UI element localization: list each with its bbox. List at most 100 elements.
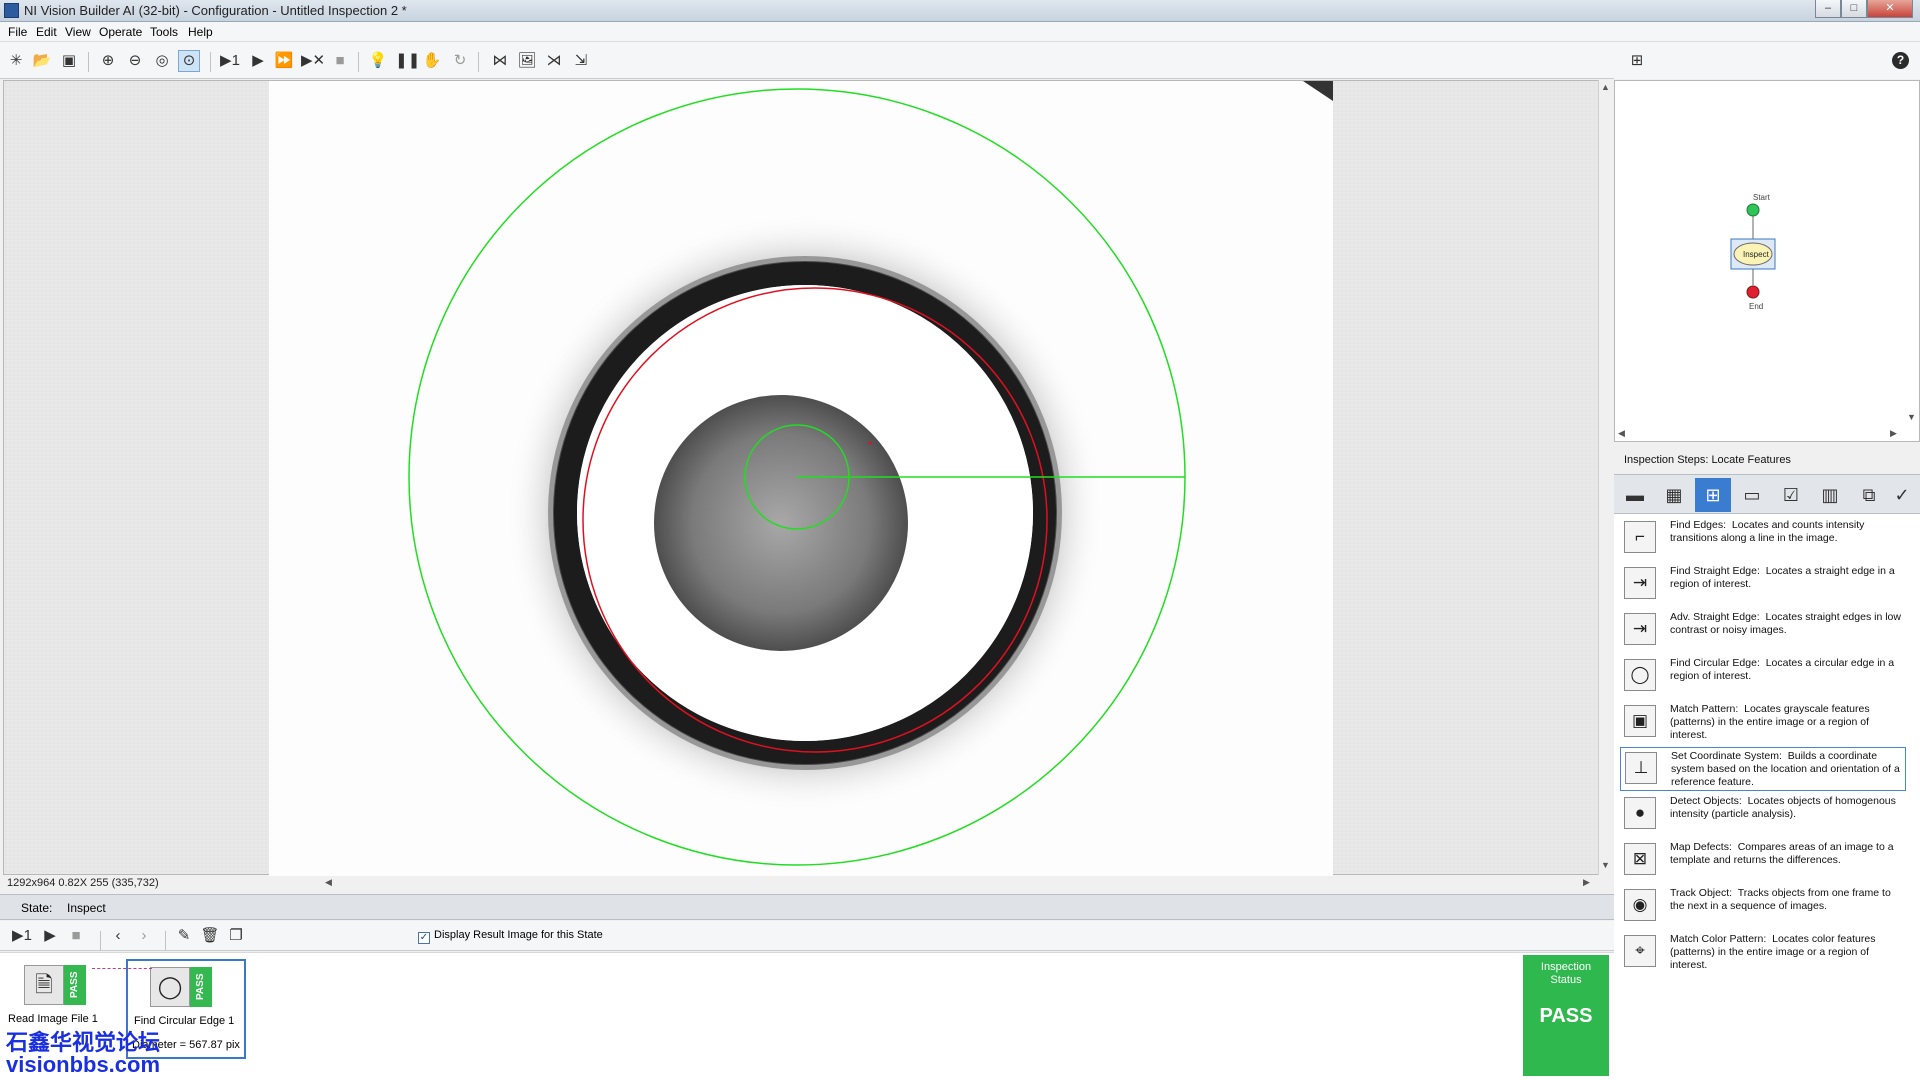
image-compare-icon[interactable]: ⋈ <box>489 50 511 72</box>
flow-start-node[interactable] <box>1746 203 1760 217</box>
zoom-in-icon[interactable]: ⊕ <box>97 50 119 72</box>
save-icon[interactable]: ▣ <box>58 50 80 72</box>
run-to-end-icon[interactable]: ▶✕ <box>300 50 325 72</box>
minimize-button[interactable]: – <box>1815 0 1841 18</box>
palette-item-text: Find Circular Edge: Locates a circular e… <box>1670 657 1895 682</box>
flowchart-icon[interactable]: ⊞ <box>1626 50 1648 72</box>
step-toolbar: ▶1 ▶ ■ ‹ › ✎ 🗑 ❐ ✓ Display Result Image f… <box>0 921 1614 951</box>
palette-item-text: Match Color Pattern: Locates color featu… <box>1670 933 1876 971</box>
palette-item-match-color-pattern[interactable]: ⌖ Match Color Pattern: Locates color fea… <box>1620 931 1906 975</box>
state-diagram-panel[interactable]: Start Inspect End <box>1614 80 1920 442</box>
scroll-up-icon[interactable]: ▲ <box>1601 82 1610 92</box>
identify-tab-icon[interactable]: ▥ <box>1812 478 1848 512</box>
inspection-image[interactable] <box>269 81 1333 876</box>
flow-end-node[interactable] <box>1746 285 1760 299</box>
flow-end-label: End <box>1749 302 1763 311</box>
acquire-tab-icon[interactable]: ▬ <box>1617 478 1653 512</box>
help-icon[interactable]: ? <box>1892 52 1909 69</box>
palette-item-text: Match Pattern: Locates grayscale feature… <box>1670 703 1870 741</box>
window-title: NI Vision Builder AI (32-bit) - Configur… <box>24 3 407 18</box>
scroll-down-icon[interactable]: ▼ <box>1907 412 1916 422</box>
track-object-icon: ◉ <box>1624 889 1656 921</box>
bulb-icon[interactable]: 💡 <box>367 50 389 72</box>
flow-start-label: Start <box>1753 193 1771 202</box>
match-pattern-icon: ▣ <box>1624 705 1656 737</box>
run-continuous-icon[interactable]: ⏩ <box>273 50 295 72</box>
run-icon[interactable]: ▶ <box>247 50 269 72</box>
palette-item-map-defects[interactable]: ⊠ Map Defects: Compares areas of an imag… <box>1620 839 1906 883</box>
menu-file[interactable]: File <box>8 25 27 39</box>
image-viewer[interactable] <box>3 80 1599 876</box>
zoom-out-icon[interactable]: ⊖ <box>124 50 146 72</box>
palette-item-find-straight-edge[interactable]: ⇥ Find Straight Edge: Locates a straight… <box>1620 563 1906 607</box>
palette-item-text: Track Object: Tracks objects from one fr… <box>1670 887 1891 912</box>
image-info-text: 1292x964 0.82X 255 (335,732) <box>7 877 159 889</box>
new-icon[interactable]: ✳ <box>5 50 27 72</box>
inspection-status-caption-line2: Status <box>1550 974 1582 986</box>
open-icon[interactable]: 📂 <box>31 50 53 72</box>
inspection-steps-area: 🗎 PASS Read Image File 1 ◯ PASS Find Cir… <box>0 952 1614 1080</box>
stop-icon[interactable]: ■ <box>329 50 351 72</box>
zoom-actual-icon[interactable]: ⊙ <box>178 50 200 72</box>
export-icon[interactable]: ⇲ <box>570 50 592 72</box>
palette-step-list: ⌐ Find Edges: Locates and counts intensi… <box>1614 514 1920 1080</box>
close-button[interactable]: ✕ <box>1867 0 1913 18</box>
locate-tab-icon[interactable]: ⊞ <box>1695 478 1731 512</box>
palette-item-find-edges[interactable]: ⌐ Find Edges: Locates and counts intensi… <box>1620 517 1906 561</box>
palette-tabs: ▬ ▦ ⊞ ▭ ☑ ▥ ⧉ ✓ <box>1614 474 1920 514</box>
scroll-right-icon[interactable]: ▶ <box>1890 428 1897 439</box>
check-tab-icon[interactable]: ☑ <box>1773 478 1809 512</box>
image-icon[interactable]: 🖼 <box>516 50 538 72</box>
palette-item-detect-objects[interactable]: ● Detect Objects: Locates objects of hom… <box>1620 793 1906 837</box>
overlay-icon[interactable]: ⋊ <box>543 50 565 72</box>
viewer-vertical-scrollbar[interactable]: ▲ ▼ <box>1598 80 1612 875</box>
inspection-status-caption: Inspection Status <box>1523 961 1609 987</box>
communicate-tab-icon[interactable]: ⧉ <box>1851 478 1887 512</box>
measure-tab-icon[interactable]: ▭ <box>1734 478 1770 512</box>
palette-header-title: Inspection Steps: Locate Features <box>1624 454 1791 466</box>
step-prev-icon[interactable]: ‹ <box>107 925 129 947</box>
menu-edit[interactable]: Edit <box>36 25 57 39</box>
state-value: Inspect <box>67 901 106 915</box>
tools-tab-icon[interactable]: ✓ <box>1884 478 1920 512</box>
step-icon[interactable]: ▶1 <box>219 50 241 72</box>
flow-state-label: Inspect <box>1743 250 1770 259</box>
hand-icon[interactable]: ✋ <box>421 50 443 72</box>
refresh-icon[interactable]: ↻ <box>449 50 471 72</box>
maximize-button[interactable]: □ <box>1841 0 1867 18</box>
pause-icon[interactable]: ❚❚ <box>394 50 420 72</box>
zoom-fit-icon[interactable]: ◎ <box>151 50 173 72</box>
step-next-icon[interactable]: › <box>133 925 155 947</box>
palette-item-adv-straight-edge[interactable]: ⇥ Adv. Straight Edge: Locates straight e… <box>1620 609 1906 653</box>
scroll-down-icon[interactable]: ▼ <box>1601 860 1610 870</box>
flow-horizontal-scrollbar[interactable]: ◀ ▶ <box>1618 428 1900 440</box>
display-result-checkbox[interactable]: ✓ Display Result Image for this State <box>418 929 603 944</box>
straight-edge-icon: ⇥ <box>1624 567 1656 599</box>
menu-view[interactable]: View <box>65 25 91 39</box>
viewer-horizontal-scrollbar[interactable]: ◀ ▶ <box>325 876 1595 890</box>
palette-item-track-object[interactable]: ◉ Track Object: Tracks objects from one … <box>1620 885 1906 929</box>
delete-step-icon[interactable]: 🗑 <box>199 925 221 947</box>
detect-objects-icon: ● <box>1624 797 1656 829</box>
right-panel-toolbar: ⊞ <box>1614 42 1920 79</box>
menu-help[interactable]: Help <box>188 25 213 39</box>
scroll-right-icon[interactable]: ▶ <box>1583 877 1590 888</box>
checkbox-checked-icon[interactable]: ✓ <box>418 932 430 944</box>
edit-step-icon[interactable]: ✎ <box>173 925 195 947</box>
center-core <box>654 395 908 651</box>
step-run-once-icon[interactable]: ▶1 <box>11 925 33 947</box>
palette-item-set-coordinate-system[interactable]: ⊥ Set Coordinate System: Builds a coordi… <box>1620 747 1906 791</box>
scroll-left-icon[interactable]: ◀ <box>1618 428 1625 439</box>
scroll-left-icon[interactable]: ◀ <box>325 877 332 888</box>
menu-operate[interactable]: Operate <box>99 25 142 39</box>
map-defects-icon: ⊠ <box>1624 843 1656 875</box>
palette-item-text: Adv. Straight Edge: Locates straight edg… <box>1670 611 1901 636</box>
step-stop-icon[interactable]: ■ <box>65 925 87 947</box>
toolbar-separator <box>165 931 166 951</box>
palette-item-match-pattern[interactable]: ▣ Match Pattern: Locates grayscale featu… <box>1620 701 1906 745</box>
enhance-tab-icon[interactable]: ▦ <box>1656 478 1692 512</box>
palette-item-find-circular-edge[interactable]: ◯ Find Circular Edge: Locates a circular… <box>1620 655 1906 699</box>
step-run-icon[interactable]: ▶ <box>39 925 61 947</box>
menu-tools[interactable]: Tools <box>150 25 178 39</box>
copy-step-icon[interactable]: ❐ <box>225 925 247 947</box>
